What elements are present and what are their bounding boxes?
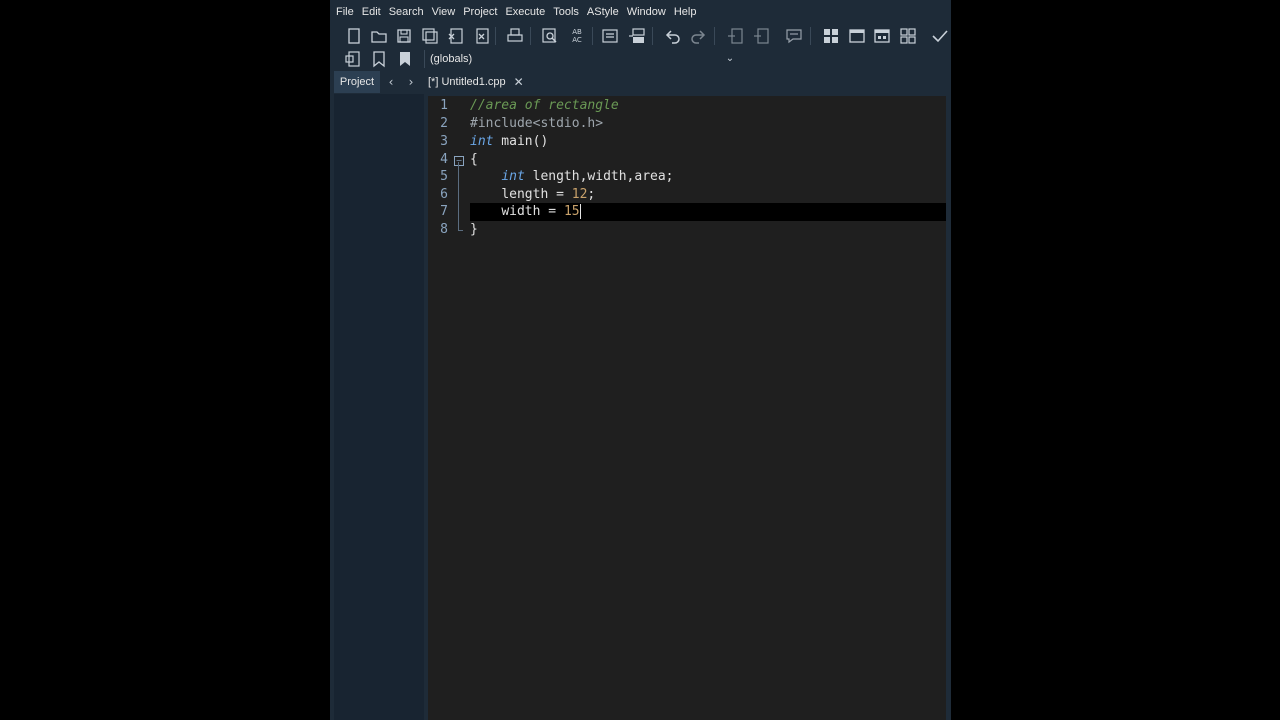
menu-tools[interactable]: Tools — [549, 0, 583, 24]
code-text: //area of rectangle — [470, 98, 619, 113]
toolbar-separator — [810, 27, 811, 45]
tab-project[interactable]: Project — [334, 71, 380, 93]
toolbar-separator — [652, 27, 653, 45]
code-line: 5 int length,width,area; — [428, 168, 946, 186]
menu-project[interactable]: Project — [459, 0, 501, 24]
menu-astyle[interactable]: AStyle — [583, 0, 623, 24]
code-text: int main() — [470, 133, 548, 151]
code-line: 8 } — [428, 221, 946, 239]
line-number: 2 — [440, 116, 448, 131]
code-text: } — [470, 222, 478, 237]
menu-window[interactable]: Window — [623, 0, 670, 24]
menu-file[interactable]: File — [332, 0, 358, 24]
new-file-icon[interactable] — [344, 26, 364, 46]
layout-grid-icon[interactable] — [821, 26, 841, 46]
chevron-left-icon[interactable]: ‹ — [384, 71, 398, 93]
save-icon[interactable] — [394, 26, 414, 46]
print-icon[interactable] — [505, 26, 525, 46]
line-number: 6 — [440, 187, 448, 202]
code-token: ; — [587, 187, 596, 202]
chevron-right-icon[interactable]: › — [404, 71, 418, 93]
toolbar-separator — [714, 27, 715, 45]
code-text: #include<stdio.h> — [470, 116, 604, 131]
class-browser-icon[interactable] — [343, 49, 363, 69]
line-number: 4 — [440, 152, 448, 167]
scope-dropdown[interactable]: (globals) — [430, 50, 740, 68]
code-line: 6 length = 12; — [428, 186, 946, 204]
menu-help[interactable]: Help — [670, 0, 701, 24]
code-text: int length,width,area; — [470, 168, 674, 186]
code-token: length,width,area; — [524, 169, 674, 184]
save-all-icon[interactable] — [420, 26, 440, 46]
toolbar-separator — [495, 27, 496, 45]
close-all-icon[interactable] — [472, 26, 492, 46]
number-literal: 15 — [563, 204, 580, 219]
code-line: 2 #include<stdio.h> — [428, 115, 946, 133]
main-toolbar: AB AC — [330, 24, 951, 48]
tab-untitled1[interactable]: [*] Untitled1.cpp ✕ — [428, 71, 524, 93]
layout-window-icon[interactable] — [847, 26, 867, 46]
code-token: main() — [493, 134, 549, 149]
line-number: 7 — [440, 204, 448, 219]
fold-collapse-icon[interactable]: − — [454, 156, 464, 166]
find-icon[interactable] — [540, 26, 560, 46]
fold-guide — [458, 162, 459, 230]
close-icon[interactable]: ✕ — [514, 71, 524, 93]
menu-bar: File Edit Search View Project Execute To… — [330, 0, 951, 24]
number-literal: 12 — [571, 187, 588, 202]
code-editor[interactable]: 1 //area of rectangle 2 #include<stdio.h… — [428, 96, 946, 720]
redo-icon[interactable] — [688, 26, 708, 46]
tab-file-label: [*] Untitled1.cpp — [428, 76, 506, 88]
code-line: 1 //area of rectangle — [428, 97, 946, 115]
bookmark-icon[interactable] — [369, 49, 389, 69]
code-token: length = — [501, 187, 572, 202]
unindent-icon[interactable] — [627, 26, 647, 46]
keyword: int — [501, 169, 525, 184]
open-file-icon[interactable] — [369, 26, 389, 46]
line-number: 5 — [440, 169, 448, 184]
line-number: 8 — [440, 222, 448, 237]
code-line: 4 − { — [428, 151, 946, 169]
code-token: width = — [501, 204, 564, 219]
keyword: int — [470, 134, 494, 149]
code-text: length = 12; — [470, 186, 595, 204]
undo-icon[interactable] — [663, 26, 683, 46]
project-panel[interactable] — [334, 94, 424, 720]
line-number: 3 — [440, 134, 448, 149]
layout-table-icon[interactable] — [872, 26, 892, 46]
menu-edit[interactable]: Edit — [358, 0, 385, 24]
code-line: 3 int main() — [428, 133, 946, 151]
layout-tiles-icon[interactable] — [898, 26, 918, 46]
replace-icon[interactable]: AB AC — [567, 26, 587, 46]
menu-view[interactable]: View — [428, 0, 460, 24]
ide-window: File Edit Search View Project Execute To… — [330, 0, 951, 720]
toolbar-separator — [424, 50, 425, 68]
check-icon[interactable] — [930, 26, 950, 46]
code-text: width = 15 — [470, 203, 581, 221]
text-cursor — [579, 204, 581, 219]
code-text: { — [470, 152, 478, 167]
indent-icon[interactable] — [600, 26, 620, 46]
goto-icon[interactable] — [752, 26, 772, 46]
toolbar-separator — [592, 27, 593, 45]
chevron-down-icon[interactable]: ⌄ — [722, 50, 738, 68]
bookmark-filled-icon[interactable] — [395, 49, 415, 69]
fold-guide-end — [458, 230, 463, 231]
line-number: 1 — [440, 98, 448, 113]
code-line: 7 width = 15 — [428, 203, 946, 221]
goto-line-icon[interactable] — [726, 26, 746, 46]
menu-search[interactable]: Search — [385, 0, 428, 24]
close-file-icon[interactable] — [446, 26, 466, 46]
toolbar-separator — [530, 27, 531, 45]
menu-execute[interactable]: Execute — [501, 0, 549, 24]
comment-icon[interactable] — [784, 26, 804, 46]
tab-row: Project ‹ › [*] Untitled1.cpp ✕ — [330, 70, 951, 94]
